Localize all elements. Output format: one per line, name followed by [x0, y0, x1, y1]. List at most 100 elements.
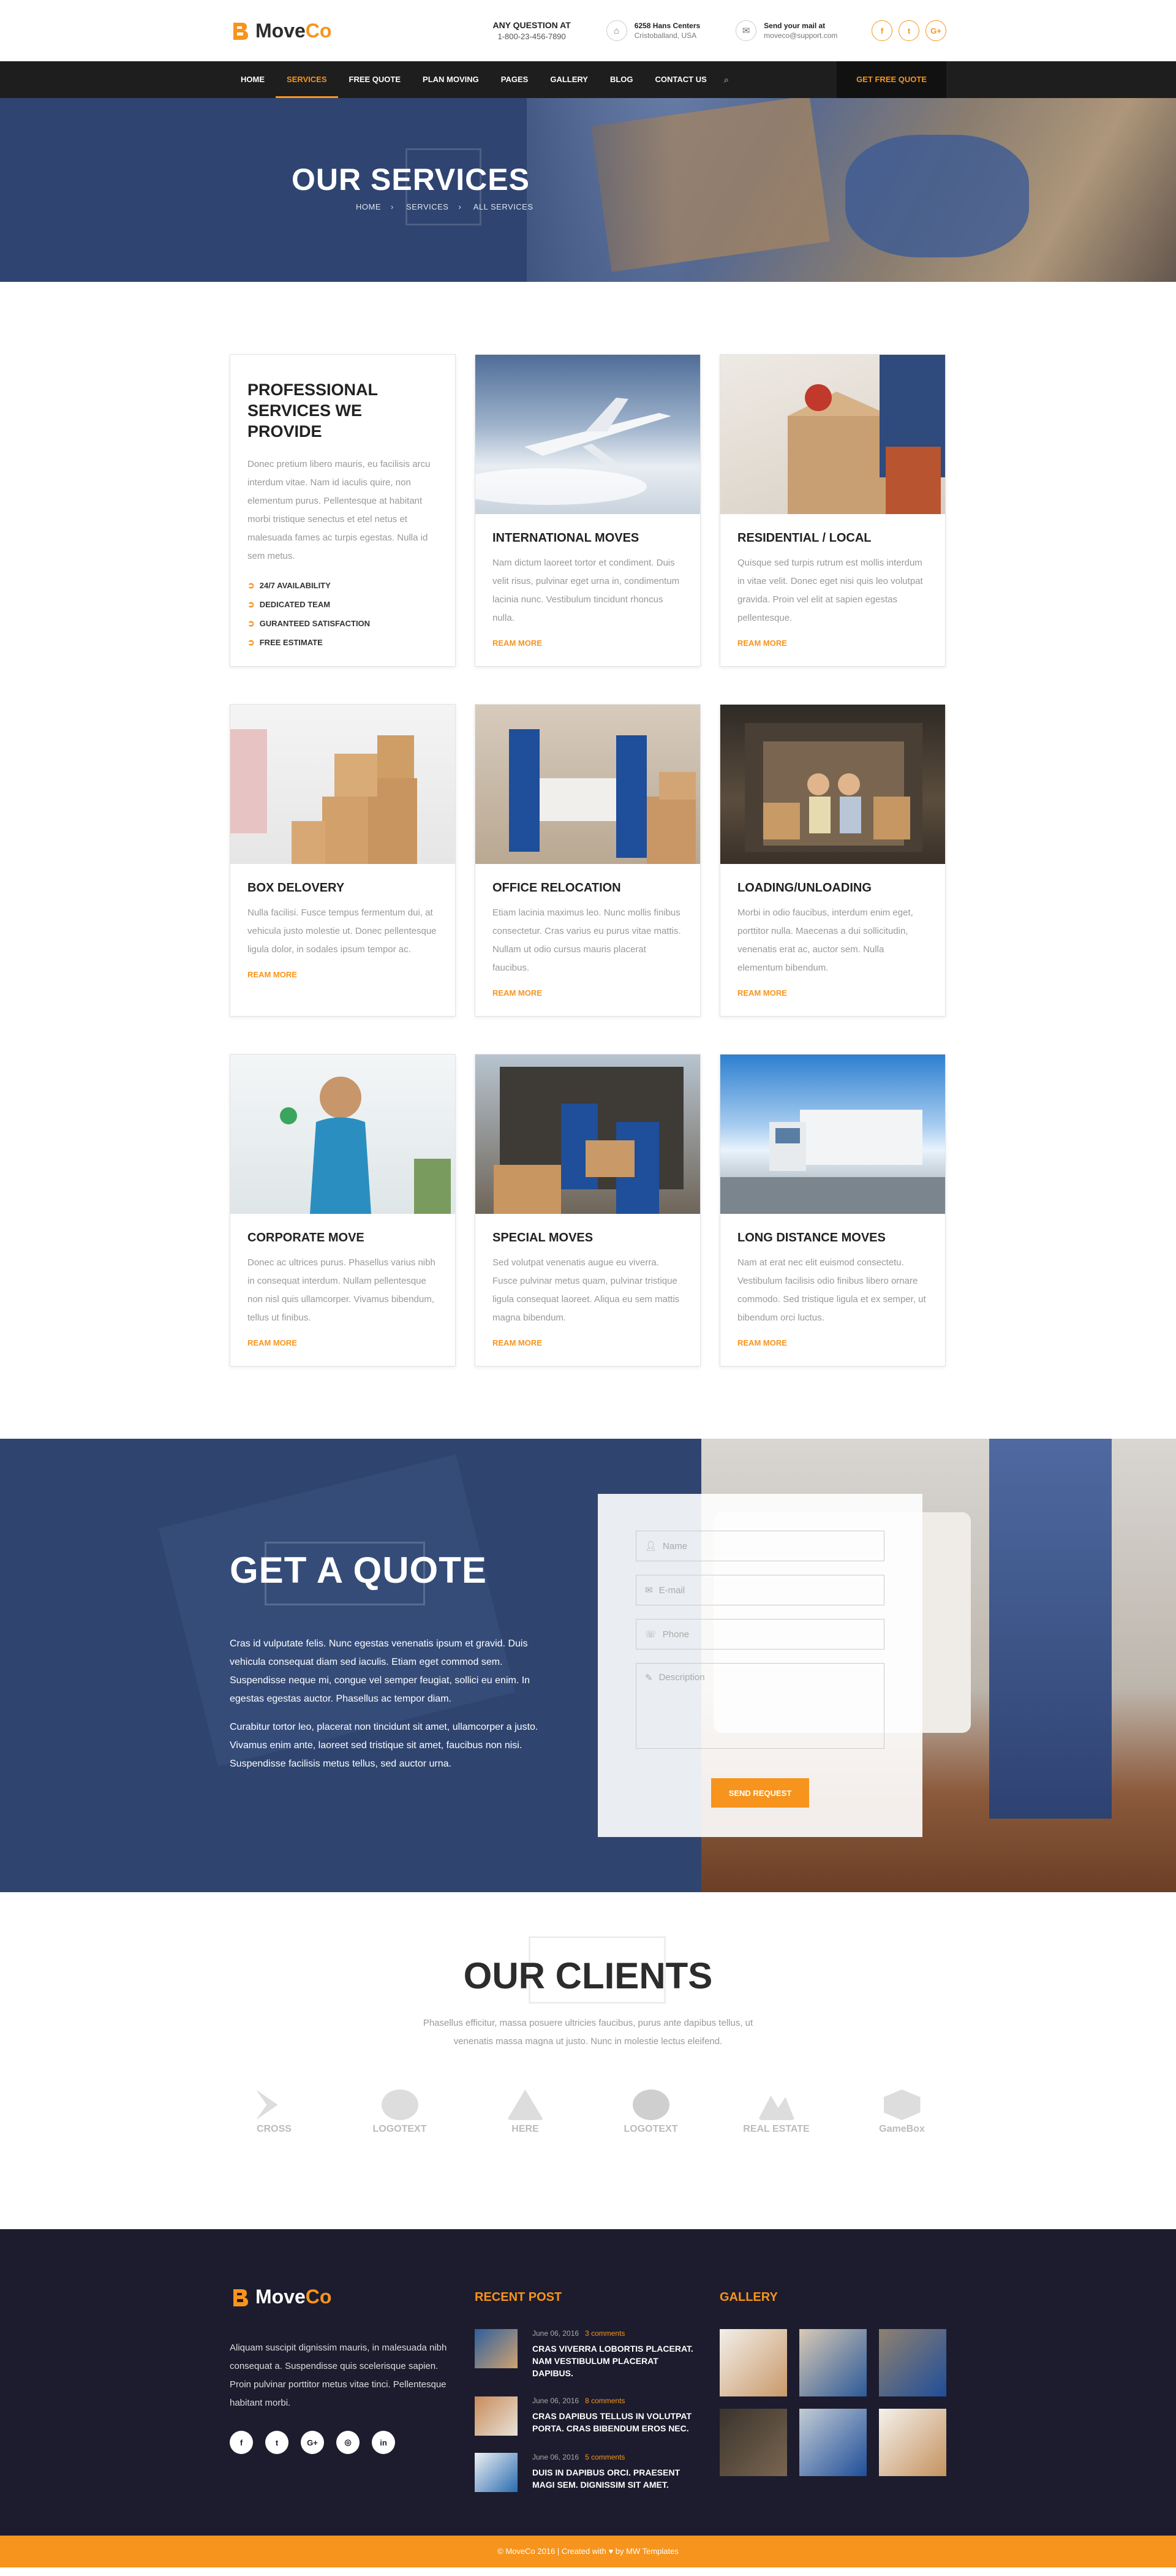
page-hero: OUR SERVICES HOME › SERVICES › ALL SERVICE… — [0, 98, 1176, 282]
gallery-image[interactable] — [799, 2409, 867, 2476]
twitter-icon[interactable]: t — [899, 20, 919, 41]
read-more-link[interactable]: REAM MORE — [247, 970, 438, 979]
nav-pages[interactable]: PAGES — [490, 61, 540, 98]
feature-item: ➲ DEDICATED TEAM — [247, 599, 331, 609]
address-line1: 6258 Hans Centers — [634, 21, 701, 30]
name-field[interactable]: 👤︎ Name — [636, 1531, 884, 1561]
feature-list: ➲ 24/7 AVAILABILITY ➲ DEDICATED TEAM ➲ GURA… — [247, 580, 438, 648]
service-card[interactable]: CORPORATE MOVE Donec ac ultrices purus. … — [230, 1054, 456, 1366]
google-plus-icon[interactable]: G+ — [301, 2431, 324, 2454]
truck-couple-image — [720, 705, 945, 864]
breadcrumb-home[interactable]: HOME — [356, 202, 381, 211]
service-title: LONG DISTANCE MOVES — [737, 1231, 886, 1244]
gallery-image[interactable] — [720, 2329, 787, 2396]
read-more-link[interactable]: REAM MORE — [492, 1338, 683, 1347]
client-logo[interactable]: LOGOTEXT — [366, 2082, 434, 2143]
service-card[interactable]: INTERNATIONAL MOVES Nam dictum laoreet t… — [475, 354, 701, 667]
read-more-link[interactable]: REAM MORE — [492, 638, 683, 648]
footer-logo[interactable]: MoveCo — [230, 2286, 459, 2308]
post-thumbnail — [475, 2329, 518, 2368]
read-more-link[interactable]: REAM MORE — [247, 1338, 438, 1347]
client-logo[interactable]: HERE — [492, 2082, 559, 2143]
client-logo[interactable]: CROSS — [241, 2082, 308, 2143]
service-card[interactable]: LOADING/UNLOADING Morbi in odio faucibus… — [720, 704, 946, 1017]
phone-field[interactable]: ☏ Phone — [636, 1619, 884, 1650]
service-title: SPECIAL MOVES — [492, 1231, 594, 1244]
question-box: ANY QUESTION AT 1-800-23-456-7890 — [492, 20, 570, 41]
envelope-icon: ✉ — [645, 1585, 653, 1596]
service-text: Nam at erat nec elit euismod consectetu.… — [737, 1257, 926, 1323]
gallery-image[interactable] — [720, 2409, 787, 2476]
service-card[interactable]: SPECIAL MOVES Sed volutpat venenatis aug… — [475, 1054, 701, 1366]
check-icon: ➲ — [247, 618, 255, 628]
service-card[interactable]: LONG DISTANCE MOVES Nam at erat nec elit… — [720, 1054, 946, 1366]
mail-address[interactable]: moveco@support.com — [764, 31, 837, 40]
read-more-link[interactable]: REAM MORE — [492, 988, 683, 998]
search-icon[interactable]: ⌕ — [724, 75, 729, 85]
client-logo[interactable]: LOGOTEXT — [617, 2082, 685, 2143]
recent-post[interactable]: June 06, 2016 5 comments DUIS IN DAPIBUS O… — [475, 2453, 701, 2492]
service-card[interactable]: OFFICE RELOCATION Etiam lacinia maximus … — [475, 704, 701, 1017]
nav-home[interactable]: HOME — [230, 61, 276, 98]
nav-gallery[interactable]: GALLERY — [539, 61, 599, 98]
facebook-icon[interactable]: f — [872, 20, 892, 41]
twitter-icon[interactable]: t — [265, 2431, 288, 2454]
breadcrumb-services[interactable]: SERVICES — [406, 202, 449, 211]
site-logo[interactable]: MoveCo — [230, 20, 331, 42]
movers-van-image — [475, 1055, 700, 1214]
nav-services[interactable]: SERVICES — [276, 61, 338, 98]
gallery-image[interactable] — [799, 2329, 867, 2396]
footer-gallery: GALLERY — [720, 2290, 946, 2476]
footer-social: f t G+ ◎ in — [230, 2431, 459, 2454]
service-card[interactable]: RESIDENTIAL / LOCAL Quisque sed turpis r… — [720, 354, 946, 667]
email-field[interactable]: ✉ E-mail — [636, 1575, 884, 1605]
quote-text: Cras id vulputate felis. Nunc egestas ve… — [230, 1638, 538, 1769]
service-text: Sed volutpat venenatis augue eu viverra.… — [492, 1257, 680, 1323]
recent-post[interactable]: June 06, 2016 8 comments CRAS DAPIBUS TELL… — [475, 2396, 701, 2436]
address-box: ⌂ 6258 Hans Centers Cristoballand, USA — [606, 20, 700, 41]
linkedin-icon[interactable]: in — [372, 2431, 395, 2454]
service-text: Quisque sed turpis rutrum est mollis int… — [737, 558, 923, 623]
intro-title: PROFESSIONAL SERVICES WE PROVIDE — [247, 381, 379, 441]
logo-text-a: Move — [255, 19, 306, 42]
logo-icon — [233, 2289, 248, 2306]
gallery-image[interactable] — [879, 2329, 946, 2396]
service-text: Morbi in odio faucibus, interdum enim eg… — [737, 907, 913, 973]
feature-item: ➲ FREE ESTIMATE — [247, 637, 323, 647]
check-icon: ➲ — [247, 637, 255, 647]
address-line2: Cristoballand, USA — [634, 31, 697, 40]
mail-icon: ✉ — [736, 20, 757, 41]
copyright-bar: © MoveCo 2016 | Created with ♥ by MW Tem… — [0, 2536, 1176, 2567]
description-field[interactable]: ✎ Description — [636, 1663, 884, 1749]
send-request-button[interactable]: SEND REQUEST — [711, 1778, 809, 1808]
quote-section: GET A QUOTE Cras id vulputate felis. Nun… — [0, 1439, 1176, 1892]
nav-free-quote[interactable]: FREE QUOTE — [338, 61, 412, 98]
read-more-link[interactable]: REAM MORE — [737, 1338, 928, 1347]
nav-contact[interactable]: CONTACT US — [644, 61, 718, 98]
nav-plan-moving[interactable]: PLAN MOVING — [412, 61, 490, 98]
instagram-icon[interactable]: ◎ — [336, 2431, 360, 2454]
service-text: Nam dictum laoreet tortor et condiment. … — [492, 558, 680, 623]
client-logo[interactable]: GameBox — [869, 2082, 936, 2143]
post-thumbnail — [475, 2453, 518, 2492]
footer-about: MoveCo Aliquam suscipit dignissim mauris… — [230, 2286, 459, 2454]
get-free-quote-button[interactable]: GET FREE QUOTE — [837, 61, 946, 98]
nav-blog[interactable]: BLOG — [599, 61, 644, 98]
breadcrumb: HOME › SERVICES › ALL SERVICES — [356, 202, 533, 211]
woman-keys-image — [230, 1055, 455, 1214]
service-card[interactable]: BOX DELOVERY Nulla facilisi. Fusce tempu… — [230, 704, 456, 1017]
read-more-link[interactable]: REAM MORE — [737, 988, 928, 998]
gallery-grid — [720, 2329, 946, 2476]
services-intro-card: PROFESSIONAL SERVICES WE PROVIDE Donec pr… — [230, 354, 456, 667]
facebook-icon[interactable]: f — [230, 2431, 253, 2454]
read-more-link[interactable]: REAM MORE — [737, 638, 928, 648]
gallery-image[interactable] — [879, 2409, 946, 2476]
client-logo[interactable]: REAL ESTATE — [743, 2082, 810, 2143]
top-bar: MoveCo ANY QUESTION AT 1-800-23-456-7890… — [0, 0, 1176, 61]
feature-item: ➲ 24/7 AVAILABILITY — [247, 580, 331, 590]
quote-title: GET A QUOTE — [230, 1550, 487, 1591]
phone-number[interactable]: 1-800-23-456-7890 — [492, 32, 570, 41]
recent-post[interactable]: June 06, 2016 3 comments CRAS VIVERRA LOBO… — [475, 2329, 701, 2379]
google-plus-icon[interactable]: G+ — [925, 20, 946, 41]
clients-section: OUR CLIENTS Phasellus efficitur, massa p… — [0, 1892, 1176, 2229]
